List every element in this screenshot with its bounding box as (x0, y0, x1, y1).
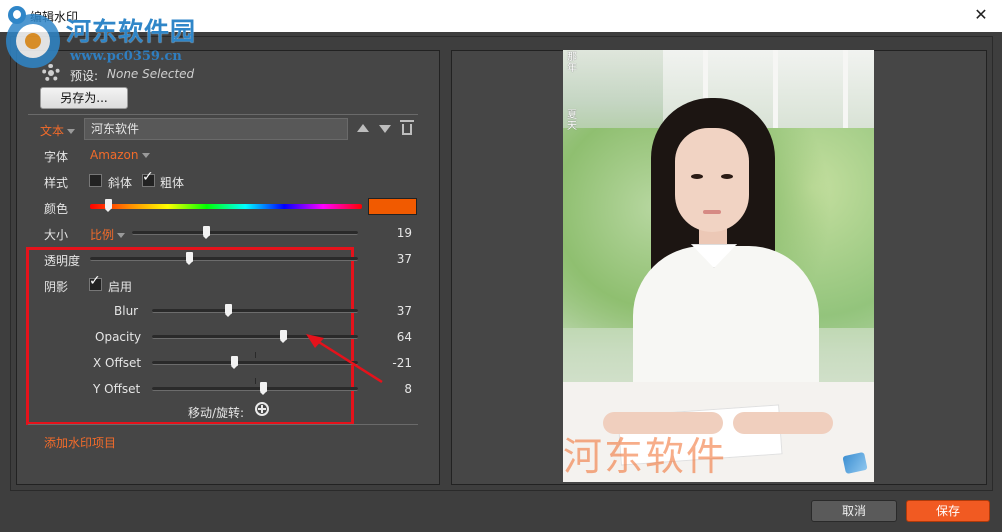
photo-vertical-text: 那年 (567, 52, 577, 74)
opacity-label: 透明度 (44, 254, 81, 268)
italic-label: 斜体 (108, 176, 133, 190)
slider-thumb[interactable] (203, 226, 211, 239)
color-spectrum-slider[interactable] (90, 204, 362, 209)
preview-photo: 那年 夏天 河东软件 (563, 50, 874, 482)
x-offset-center-tick (255, 352, 256, 358)
style-label: 样式 (44, 176, 69, 190)
size-value: 19 (396, 226, 412, 240)
preset-label: 预设: (70, 69, 99, 83)
size-slider[interactable] (132, 231, 358, 235)
item-type-label: 文本 (40, 124, 65, 138)
opacity-slider[interactable] (90, 257, 358, 261)
photo-vertical-text: 夏天 (567, 110, 577, 132)
chevron-down-icon (117, 233, 126, 238)
site-watermark-name: 河东软件园 (66, 17, 197, 46)
site-watermark-url: www.pc0359.cn (70, 49, 182, 64)
add-watermark-item-link[interactable]: 添加水印项目 (44, 434, 116, 451)
trash-icon[interactable] (400, 120, 414, 135)
blur-label: Blur (114, 304, 139, 318)
move-rotate-label: 移动/旋转: (188, 406, 245, 420)
slider-thumb[interactable] (259, 382, 267, 395)
shadow-enable-label: 启用 (108, 280, 133, 294)
move-rotate-icon[interactable] (255, 402, 269, 416)
blur-slider[interactable] (152, 309, 358, 313)
size-mode-value: 比例 (90, 228, 115, 242)
preset-value: None Selected (107, 67, 195, 81)
gear-icon[interactable] (42, 64, 60, 82)
blur-value: 37 (396, 304, 412, 318)
color-swatch[interactable] (368, 198, 417, 215)
size-label: 大小 (44, 228, 69, 242)
size-mode-dropdown[interactable]: 比例 (90, 226, 126, 243)
opacity-value: 37 (396, 252, 412, 266)
site-logo-icon (6, 14, 60, 68)
slider-thumb[interactable] (224, 304, 232, 317)
italic-checkbox[interactable] (89, 174, 102, 187)
chevron-down-icon (141, 153, 150, 158)
slider-thumb[interactable] (185, 252, 193, 265)
bold-label: 粗体 (160, 176, 185, 190)
font-label: 字体 (44, 150, 69, 164)
font-value: Amazon (90, 148, 139, 162)
color-label: 颜色 (44, 202, 69, 216)
divider (28, 114, 418, 115)
bold-checkbox[interactable] (142, 169, 155, 187)
shadow-opacity-label: Opacity (95, 330, 142, 344)
x-offset-label: X Offset (93, 356, 142, 370)
watermark-text-input[interactable]: 河东软件 (84, 118, 348, 140)
font-dropdown[interactable]: Amazon (90, 148, 150, 162)
y-offset-label: Y Offset (93, 382, 141, 396)
y-offset-center-tick (255, 378, 256, 384)
close-button[interactable]: ✕ (966, 4, 996, 26)
shadow-label: 阴影 (44, 280, 69, 294)
save-button[interactable]: 保存 (906, 500, 990, 522)
move-up-icon[interactable] (357, 124, 369, 132)
shadow-enable-checkbox[interactable] (89, 273, 102, 291)
move-down-icon[interactable] (379, 125, 391, 133)
cancel-button[interactable]: 取消 (811, 500, 897, 522)
slider-thumb[interactable] (280, 330, 288, 343)
divider (28, 424, 418, 425)
color-slider-thumb[interactable] (105, 199, 112, 212)
annotation-arrow-icon (306, 334, 383, 384)
chevron-down-icon (67, 129, 76, 134)
slider-thumb[interactable] (230, 356, 238, 369)
save-as-button[interactable]: 另存为... (40, 87, 128, 109)
item-type-dropdown[interactable]: 文本 (40, 122, 76, 139)
preview-watermark-text[interactable]: 河东软件 (563, 426, 727, 482)
